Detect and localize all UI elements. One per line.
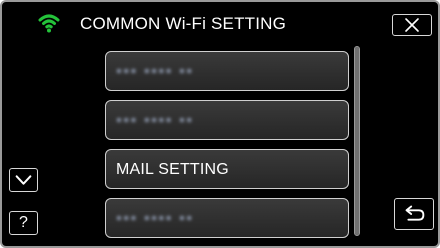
menu-item-2[interactable]: ▪▪▪ ▪▪▪▪ ▪▪ [105, 100, 349, 140]
page-title: COMMON Wi-Fi SETTING [80, 14, 287, 33]
close-button[interactable] [392, 14, 432, 36]
menu-item-1[interactable]: ▪▪▪ ▪▪▪▪ ▪▪ [105, 51, 349, 91]
scrollbar-thumb[interactable] [355, 47, 359, 235]
menu-item-label: MAIL SETTING [116, 161, 229, 178]
help-button[interactable]: ? [9, 211, 38, 235]
close-icon [405, 18, 419, 32]
menu-item-label: ▪▪▪ ▪▪▪▪ ▪▪ [116, 63, 194, 80]
menu-item-label: ▪▪▪ ▪▪▪▪ ▪▪ [116, 112, 194, 129]
help-label: ? [19, 214, 28, 231]
scroll-down-button[interactable] [9, 168, 38, 192]
header-bar: COMMON Wi-Fi SETTING [2, 2, 438, 46]
camera-screen: COMMON Wi-Fi SETTING ▪▪▪ ▪▪▪▪ ▪▪ ▪▪▪ ▪▪▪… [0, 0, 440, 248]
menu-item-4[interactable]: ▪▪▪ ▪▪▪▪ ▪▪ [105, 198, 349, 238]
back-button[interactable] [394, 198, 434, 230]
chevron-down-icon [15, 175, 32, 185]
menu-item-mail-setting[interactable]: MAIL SETTING [105, 149, 349, 189]
return-icon [405, 205, 425, 221]
scrollbar[interactable] [354, 46, 360, 236]
menu-item-label: ▪▪▪ ▪▪▪▪ ▪▪ [116, 210, 194, 227]
wifi-icon [38, 12, 60, 34]
